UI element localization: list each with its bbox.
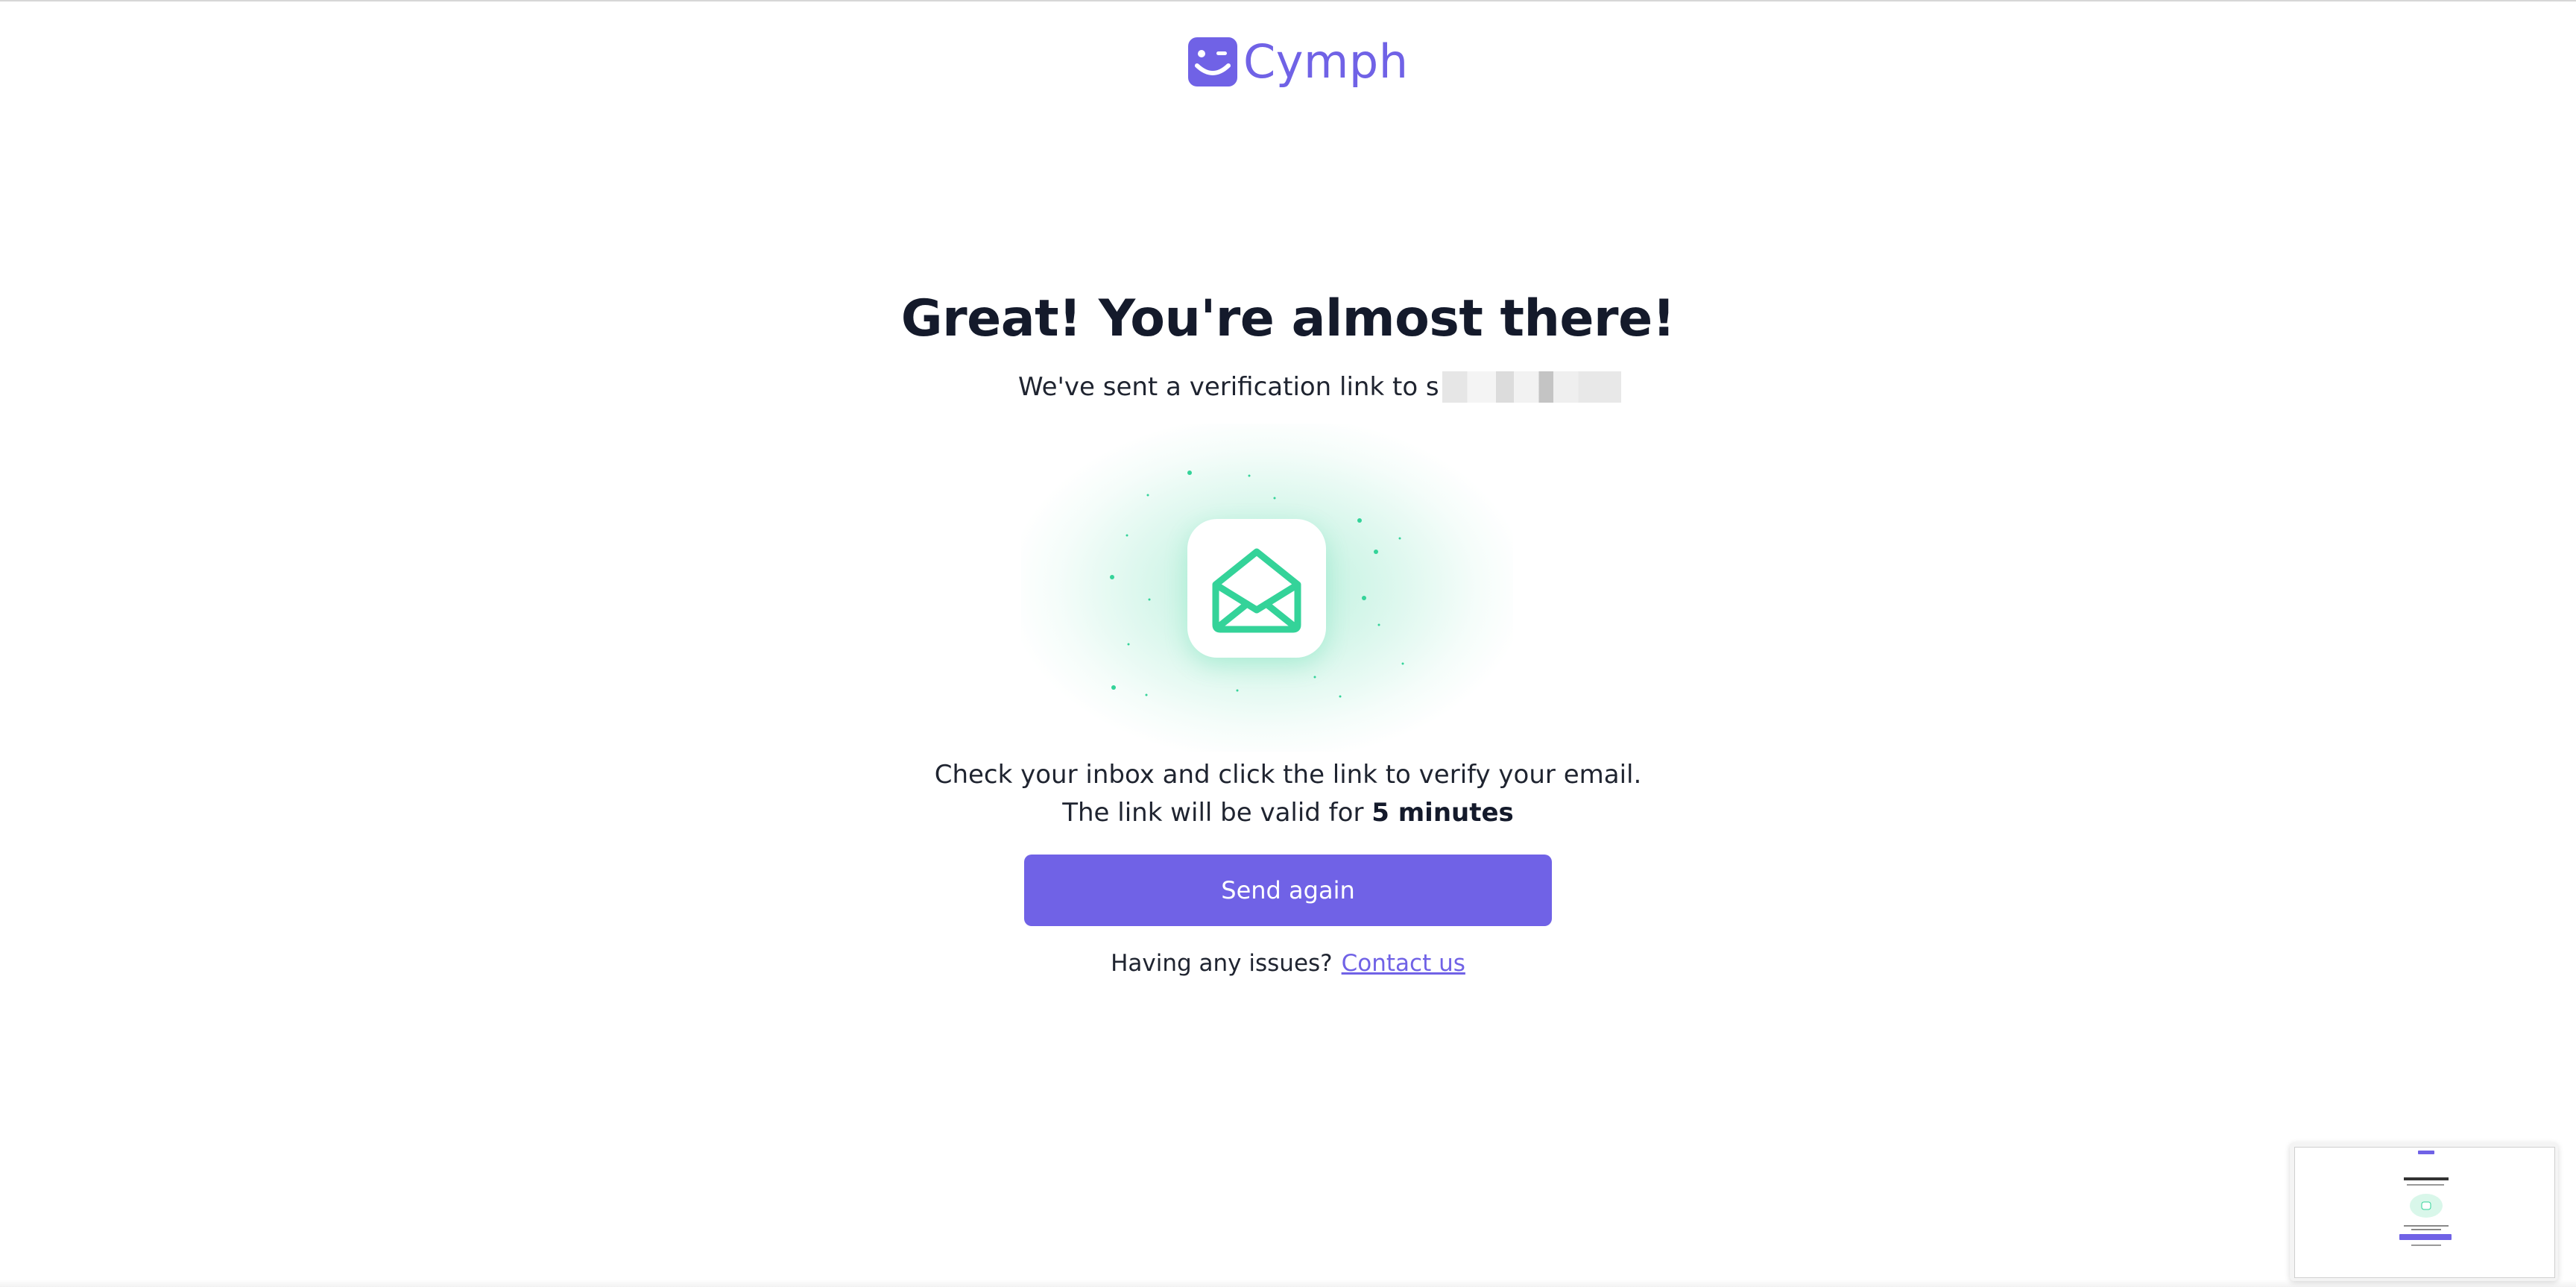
contact-us-link[interactable]: Contact us bbox=[1342, 950, 1465, 977]
open-envelope-icon bbox=[1212, 548, 1301, 633]
redacted-email bbox=[1442, 371, 1621, 403]
help-row: Having any issues? Contact us bbox=[0, 950, 2576, 977]
screenshot-preview[interactable] bbox=[2290, 1142, 2558, 1281]
instruction-line: Check your inbox and click the link to v… bbox=[934, 760, 1642, 790]
validity-duration: 5 minutes bbox=[1371, 798, 1514, 828]
mail-icon-tile bbox=[1187, 519, 1326, 658]
verification-page: Cymph Great! You're almost there! We've … bbox=[0, 0, 2576, 1287]
validity-line: The link will be valid for 5 minutes bbox=[0, 794, 2576, 832]
smiley-face-icon bbox=[1188, 37, 1237, 86]
preview-miniature bbox=[2399, 1151, 2452, 1246]
page-title: Great! You're almost there! bbox=[900, 289, 1676, 348]
brand-logo[interactable]: Cymph bbox=[1188, 36, 1409, 88]
send-again-button[interactable]: Send again bbox=[1024, 855, 1552, 926]
sent-to-message: We've sent a verification link to s bbox=[1018, 371, 1621, 403]
sent-to-text: We've sent a verification link to s bbox=[1018, 372, 1439, 402]
brand-name: Cymph bbox=[1243, 34, 1409, 89]
help-text: Having any issues? bbox=[1111, 950, 1333, 977]
screenshot-preview-inner bbox=[2294, 1147, 2555, 1278]
instructions: Check your inbox and click the link to v… bbox=[0, 756, 2576, 832]
bottom-edge-shadow bbox=[0, 1280, 2576, 1287]
validity-text: The link will be valid for bbox=[1062, 798, 1372, 828]
